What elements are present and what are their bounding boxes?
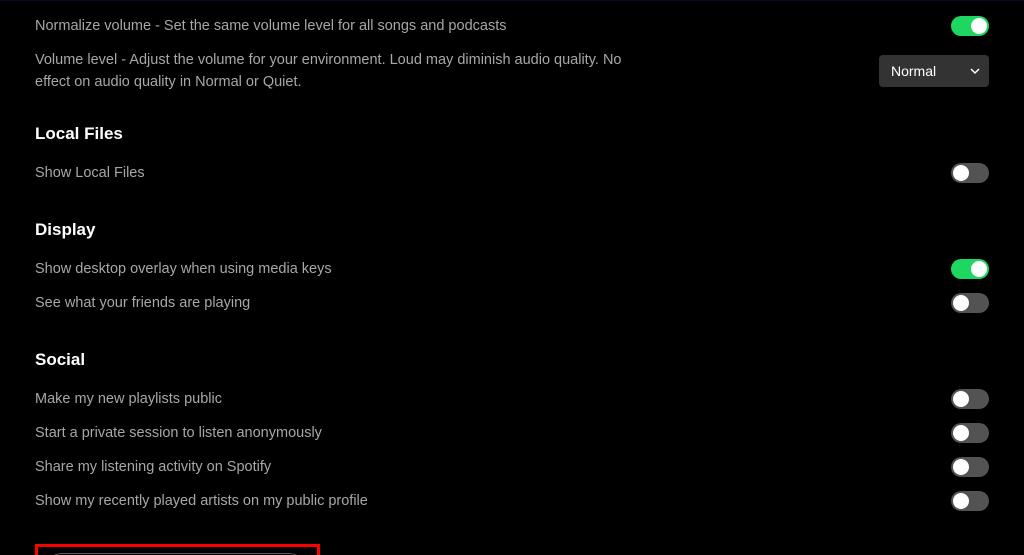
- toggle-knob: [971, 18, 987, 34]
- setting-public-playlists: Make my new playlists public: [35, 382, 989, 416]
- toggle-knob: [953, 391, 969, 407]
- volume-level-value: Normal: [891, 63, 936, 79]
- friend-activity-toggle[interactable]: [951, 293, 989, 313]
- desktop-overlay-label: Show desktop overlay when using media ke…: [35, 258, 332, 280]
- show-local-files-toggle[interactable]: [951, 163, 989, 183]
- toggle-knob: [971, 261, 987, 277]
- toggle-knob: [953, 165, 969, 181]
- advanced-settings-highlight: SHOW ADVANCED SETTINGS: [35, 544, 320, 555]
- section-heading-local-files: Local Files: [35, 124, 989, 144]
- public-playlists-label: Make my new playlists public: [35, 388, 222, 410]
- private-session-toggle[interactable]: [951, 423, 989, 443]
- setting-desktop-overlay: Show desktop overlay when using media ke…: [35, 252, 989, 286]
- setting-private-session: Start a private session to listen anonym…: [35, 416, 989, 450]
- chevron-down-icon: [969, 65, 981, 77]
- recent-artists-label: Show my recently played artists on my pu…: [35, 490, 368, 512]
- recent-artists-toggle[interactable]: [951, 491, 989, 511]
- setting-recent-artists: Show my recently played artists on my pu…: [35, 484, 989, 518]
- toggle-knob: [953, 295, 969, 311]
- setting-show-local-files: Show Local Files: [35, 156, 989, 190]
- toggle-knob: [953, 459, 969, 475]
- normalize-volume-toggle[interactable]: [951, 16, 989, 36]
- section-heading-display: Display: [35, 220, 989, 240]
- setting-volume-level: Volume level - Adjust the volume for you…: [35, 49, 989, 94]
- show-local-files-label: Show Local Files: [35, 162, 145, 184]
- private-session-label: Start a private session to listen anonym…: [35, 422, 322, 444]
- share-activity-label: Share my listening activity on Spotify: [35, 456, 271, 478]
- desktop-overlay-toggle[interactable]: [951, 259, 989, 279]
- volume-level-select[interactable]: Normal: [879, 55, 989, 87]
- normalize-volume-label: Normalize volume - Set the same volume l…: [35, 15, 506, 37]
- friend-activity-label: See what your friends are playing: [35, 292, 250, 314]
- share-activity-toggle[interactable]: [951, 457, 989, 477]
- toggle-knob: [953, 493, 969, 509]
- setting-share-activity: Share my listening activity on Spotify: [35, 450, 989, 484]
- toggle-knob: [953, 425, 969, 441]
- setting-normalize-volume: Normalize volume - Set the same volume l…: [35, 9, 989, 43]
- public-playlists-toggle[interactable]: [951, 389, 989, 409]
- section-heading-social: Social: [35, 350, 989, 370]
- settings-scroll[interactable]: Normalize volume - Set the same volume l…: [0, 0, 1024, 555]
- volume-level-label: Volume level - Adjust the volume for you…: [35, 49, 655, 94]
- setting-friend-activity: See what your friends are playing: [35, 286, 989, 320]
